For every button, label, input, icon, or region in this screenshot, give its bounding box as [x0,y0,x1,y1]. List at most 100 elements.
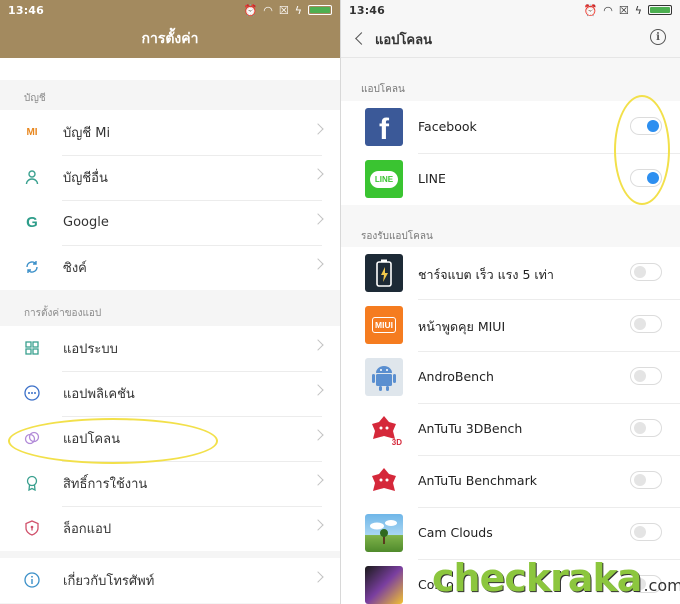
settings-item-label: แอประบบ [63,342,118,357]
section-label-cloned: แอปโคลน [361,84,405,95]
info-icon [22,570,42,590]
status-bar: 13:46 ⏰ ◠ ☒ ϟ [341,0,680,20]
facebook-icon: f [365,108,403,146]
lock-shield-icon [22,518,42,538]
settings-item-label: บัญชีอื่น [63,171,108,186]
chevron-right-icon [312,384,324,396]
app-name: Cam Clouds [418,525,493,540]
chevron-right-icon [312,519,324,531]
clone-toggle[interactable] [630,419,662,437]
section-label-accounts: บัญชี [24,93,46,104]
settings-item-other-accounts[interactable]: บัญชีอื่น [0,155,340,200]
dots-icon [22,383,42,403]
settings-item-label: ล็อกแอป [63,522,112,537]
settings-item-label: แอปพลิเคชัน [63,387,135,402]
scrolled-row-partial [0,58,340,80]
status-time: 13:46 [349,3,386,17]
chevron-right-icon [312,474,324,486]
settings-item-mi-account[interactable]: MI บัญชี Mi [0,110,340,155]
settings-item-label: ซิงค์ [63,261,87,276]
app-name: AnTuTu 3DBench [418,421,523,436]
settings-panel: 13:46 ⏰ ◠ ☒ ϟ การตั้งค่า บัญชี MI บัญชี … [0,0,340,604]
settings-item-permissions[interactable]: สิทธิ์การใช้งาน [0,461,340,506]
alarm-icon: ⏰ [243,3,258,17]
app-settings-group: แอประบบ แอปพลิเคชัน แอปโคลน สิทธิ์การใช้… [0,326,340,551]
settings-item-about-phone[interactable]: เกี่ยวกับโทรศัพท์ [0,558,340,603]
battery-app-icon [365,254,403,292]
wifi-icon: ◠ [603,3,613,17]
checkraka-watermark: checkraka .com [432,556,680,600]
settings-item-applications[interactable]: แอปพลิเคชัน [0,371,340,416]
battery-icon [308,5,332,15]
section-label-supported: รองรับแอปโคลน [361,231,433,242]
app-row-facebook: f Facebook [341,101,680,153]
line-icon: LINE [365,160,403,198]
miui-icon: MIUI [365,306,403,344]
google-icon: G [26,213,38,231]
clone-toggle[interactable] [630,315,662,333]
clone-toggle[interactable] [630,523,662,541]
chevron-right-icon [312,123,324,135]
app-name: AnTuTu Benchmark [418,473,537,488]
clone-toggle[interactable] [630,471,662,489]
info-button[interactable]: i [650,29,666,45]
section-label-app-settings: การตั้งค่าของแอป [24,308,102,319]
clone-toggle[interactable] [630,367,662,385]
settings-item-sync[interactable]: ซิงค์ [0,245,340,290]
app-row-antutu-benchmark: AnTuTu Benchmark [341,455,680,507]
app-row-miui-chat: MIUI หน้าพูดคุย MIUI [341,299,680,351]
page-title: การตั้งค่า [141,31,199,47]
clone-toggle[interactable] [630,263,662,281]
settings-header: 13:46 ⏰ ◠ ☒ ϟ การตั้งค่า [0,0,340,58]
chevron-right-icon [312,213,324,225]
wifi-icon: ◠ [263,3,273,17]
chevron-right-icon [312,258,324,270]
dual-apps-panel: 13:46 ⏰ ◠ ☒ ϟ แอปโคลน i แอปโคลน f Facebo… [341,0,680,604]
clone-icon [22,428,42,448]
app-row-antutu-3dbench: 3D AnTuTu 3DBench [341,403,680,455]
settings-item-google[interactable]: G Google [0,200,340,245]
clone-toggle-facebook[interactable] [630,117,662,135]
settings-item-label: เกี่ยวกับโทรศัพท์ [63,574,155,589]
app-row-fast-charge: ชาร์จแบต เร็ว แรง 5 เท่า [341,247,680,299]
app-row-androbench: AndroBench [341,351,680,403]
android-robot-icon [365,358,403,396]
accounts-group: MI บัญชี Mi บัญชีอื่น G Google ซิงค์ [0,110,340,290]
supported-apps-group: ชาร์จแบต เร็ว แรง 5 เท่า MIUI หน้าพูดคุย… [341,247,680,604]
permission-icon [22,473,42,493]
chevron-right-icon [312,429,324,441]
app-name: Facebook [418,119,477,134]
app-name: ชาร์จแบต เร็ว แรง 5 เท่า [418,267,554,282]
app-name: หน้าพูดคุย MIUI [418,319,506,334]
antutu-3d-icon: 3D [365,410,403,448]
status-time: 13:46 [8,3,45,17]
signal-off-icon: ☒ [278,3,289,17]
antutu-icon [365,462,403,500]
settings-item-system-apps[interactable]: แอประบบ [0,326,340,371]
settings-item-app-lock[interactable]: ล็อกแอป [0,506,340,551]
settings-item-label: แอปโคลน [63,432,120,447]
app-icon [365,566,403,604]
app-row-cam-clouds: Cam Clouds [341,507,680,559]
app-name: AndroBench [418,369,494,384]
page-title: แอปโคลน [375,33,432,48]
settings-item-dual-apps[interactable]: แอปโคลน [0,416,340,461]
signal-off-icon: ☒ [618,3,629,17]
settings-item-label: บัญชี Mi [63,126,111,141]
chevron-right-icon [312,339,324,351]
info-icon: i [656,31,660,43]
cloned-apps-group: f Facebook LINE LINE [341,101,680,205]
chevron-right-icon [312,168,324,180]
clone-toggle-line[interactable] [630,169,662,187]
about-group: เกี่ยวกับโทรศัพท์ [0,558,340,603]
app-name: LINE [418,171,446,186]
settings-item-label: Google [63,215,109,230]
sync-icon [22,257,42,277]
charging-icon: ϟ [634,3,642,17]
person-icon [22,167,42,187]
charging-icon: ϟ [294,3,302,17]
cam-clouds-icon [365,514,403,552]
dual-apps-header: 13:46 ⏰ ◠ ☒ ϟ แอปโคลน i [341,0,680,58]
grid-icon [22,338,42,358]
back-arrow-icon[interactable] [355,32,368,45]
